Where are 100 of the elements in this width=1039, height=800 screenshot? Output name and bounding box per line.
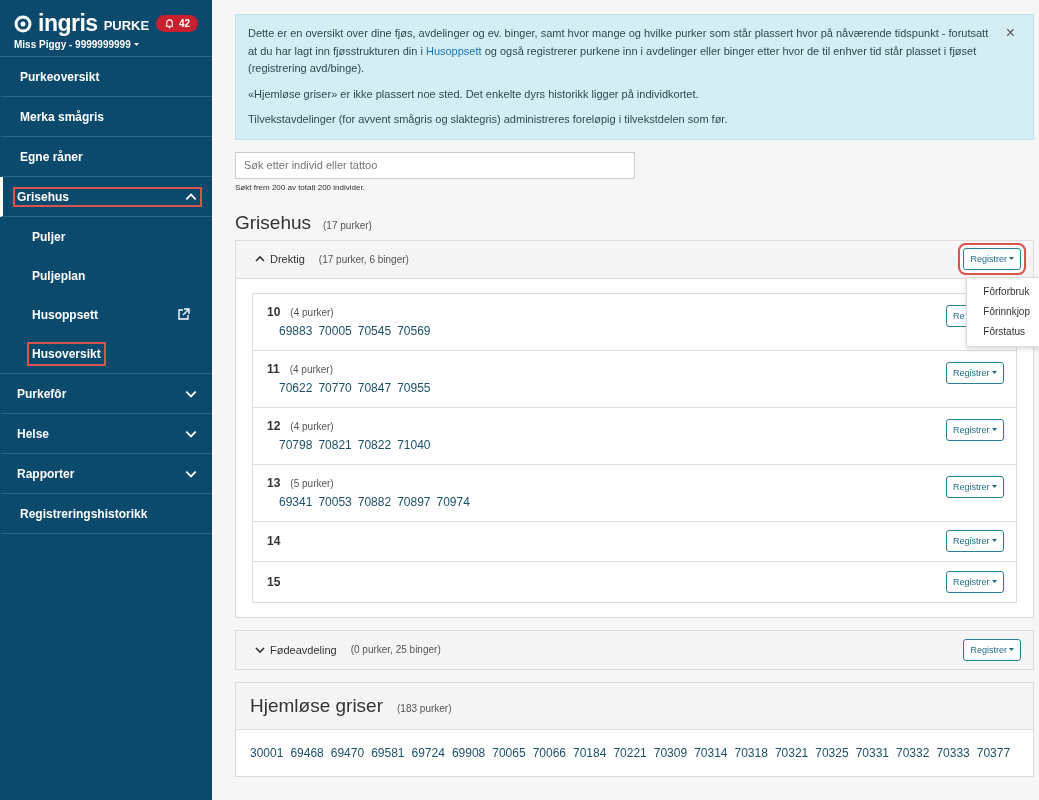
caret-icon <box>991 579 997 584</box>
husoppsett-link[interactable]: Husoppsett <box>425 44 482 57</box>
animal-link[interactable]: 70005 <box>318 323 352 338</box>
register-button[interactable]: Registrer <box>946 475 1004 498</box>
department-toggle[interactable]: Drektig <box>254 253 305 266</box>
animal-link[interactable]: 70622 <box>279 380 313 395</box>
logo-text: ingris <box>38 10 98 37</box>
product-name: PURKE <box>103 18 150 33</box>
animal-link[interactable]: 69470 <box>330 745 365 760</box>
register-button[interactable]: Registrer <box>946 570 1004 593</box>
section-count: (183 purker) <box>397 702 452 714</box>
animal-link[interactable]: 70331 <box>855 745 889 760</box>
animal-link[interactable]: 70053 <box>318 494 352 509</box>
animal-link[interactable]: 70974 <box>436 494 470 509</box>
caret-icon <box>1009 647 1014 652</box>
animal-link[interactable]: 70897 <box>397 494 431 509</box>
animal-link[interactable]: 70184 <box>573 745 607 760</box>
animal-link[interactable]: 69468 <box>290 745 324 760</box>
sidebar-subitem[interactable]: Puljer <box>0 217 212 256</box>
sidebar-item[interactable]: Egne råner <box>0 137 212 177</box>
bell-icon <box>163 18 175 29</box>
bin-name: 13 <box>267 475 281 490</box>
animal-link[interactable]: 70325 <box>815 745 849 760</box>
department-count: (17 purker, 6 binger) <box>318 253 409 265</box>
menu-item[interactable]: Fôrforbruk <box>967 281 1039 302</box>
animal-link[interactable]: 70309 <box>653 745 688 760</box>
animal-link[interactable]: 70545 <box>357 323 392 338</box>
section-title: Hjemløse griser <box>250 694 384 717</box>
register-button[interactable]: Registrer <box>946 418 1004 441</box>
bin-count: (5 purker) <box>290 477 334 489</box>
animal-link[interactable]: 70321 <box>774 745 809 760</box>
animal-link[interactable]: 69724 <box>411 745 445 760</box>
sidebar-subitem[interactable]: Husoppsett <box>0 295 212 334</box>
animal-link[interactable]: 71040 <box>397 437 431 452</box>
logo-icon <box>14 14 32 33</box>
user-menu[interactable]: Miss Piggy - 9999999999 <box>14 39 198 50</box>
animal-link[interactable]: 70333 <box>936 745 970 760</box>
animal-link[interactable]: 70955 <box>397 380 431 395</box>
animal-link[interactable]: 69883 <box>279 323 313 338</box>
bin-count: (4 purker) <box>290 420 334 432</box>
animal-link[interactable]: 70332 <box>896 745 930 760</box>
sidebar-subitem-label: Puljer <box>31 228 67 246</box>
bin-count: (4 purker) <box>289 363 334 375</box>
animal-link[interactable]: 70377 <box>976 745 1011 760</box>
info-text: Dette er en oversikt over dine fjøs, avdelinger og ev. binger, samt hvor mange og hvilke purker som står plassert hvor på nåværende tidspunkt - forutsatt at du har lagt inn fjøsstrukturen din i Husoppsett og også registrerer purkene inn i avdelinger eller binger etter hvor de til enhver tid står plasset i fjøset (registrering avd/binge). <box>248 26 990 77</box>
animal-link[interactable]: 70770 <box>318 380 352 395</box>
sidebar-item[interactable]: Purkefôr <box>0 374 212 414</box>
search-field[interactable]: Søk etter individ eller tattoo <box>235 151 635 179</box>
animal-link[interactable]: 70569 <box>397 323 431 338</box>
animal-link[interactable]: 69908 <box>451 745 486 760</box>
info-text: «Hjemløse griser» er ikke plassert noe sted. Det enkelte dyrs historikk ligger på individkortet. <box>248 86 700 102</box>
animal-link[interactable]: 30001 <box>250 745 284 760</box>
notification-badge[interactable]: 42 <box>155 15 198 32</box>
animal-link[interactable]: 70066 <box>532 745 566 760</box>
search-hint: Søkt frem 200 av totalt 200 individer. <box>235 182 366 192</box>
bin-count: (4 purker) <box>290 306 334 318</box>
info-text: Tilvekstavdelinger (for avvent smågris og slaktegris) administreres foreløpig i tilvekstdelen som før. <box>248 112 729 128</box>
sidebar-subitem[interactable]: Husoversikt <box>0 334 212 373</box>
menu-item[interactable]: Fôrstatus <box>967 321 1039 342</box>
sidebar-subitem-label: Husoversikt <box>28 342 105 365</box>
register-button[interactable]: Registrer <box>946 361 1004 384</box>
caret-icon <box>991 427 997 432</box>
bin-name: 10 <box>267 304 281 319</box>
sidebar-subitem[interactable]: Puljeplan <box>0 256 212 295</box>
animal-link[interactable]: 70221 <box>613 745 647 760</box>
register-button[interactable]: Registrer <box>963 638 1021 661</box>
animal-link[interactable]: 69341 <box>279 494 313 509</box>
caret-icon <box>133 42 139 47</box>
animal-link[interactable]: 70314 <box>694 745 728 760</box>
caret-icon <box>1009 257 1014 262</box>
animal-link[interactable]: 70882 <box>357 494 392 509</box>
animal-link[interactable]: 70318 <box>734 745 768 760</box>
department-toggle[interactable]: Fødeavdeling <box>254 643 337 656</box>
sidebar-item[interactable]: Grisehus <box>0 177 212 217</box>
sidebar-subitem-label: Puljeplan <box>31 267 87 285</box>
bin-name: 15 <box>267 574 281 589</box>
bin-name: 12 <box>267 418 281 433</box>
sidebar-item[interactable]: Helse <box>0 414 212 454</box>
bin-name: 14 <box>267 534 281 549</box>
sidebar-item[interactable]: Rapporter <box>0 454 212 494</box>
sidebar-item[interactable]: Registreringshistorikk <box>0 494 212 534</box>
external-link-icon <box>177 308 190 321</box>
animal-link[interactable]: 70798 <box>279 437 313 452</box>
menu-item[interactable]: Fôrinnkjop <box>967 301 1039 322</box>
caret-icon <box>991 370 997 375</box>
bin-name: 11 <box>267 361 280 376</box>
caret-icon <box>991 539 997 544</box>
register-button[interactable]: Registrer <box>946 530 1004 553</box>
sidebar-item[interactable]: Merka smågris <box>0 97 212 137</box>
animal-link[interactable]: 70065 <box>492 745 526 760</box>
animal-link[interactable]: 70821 <box>318 437 352 452</box>
caret-icon <box>991 484 997 489</box>
animal-link[interactable]: 69581 <box>371 745 405 760</box>
close-button[interactable]: × <box>999 23 1021 43</box>
section-count: (17 purker) <box>323 219 372 231</box>
section-title: Grisehus <box>235 211 312 234</box>
animal-link[interactable]: 70822 <box>357 437 392 452</box>
sidebar-item[interactable]: Purkeoversikt <box>0 57 212 97</box>
animal-link[interactable]: 70847 <box>357 380 392 395</box>
sidebar-subitem-label: Husoppsett <box>31 306 99 324</box>
